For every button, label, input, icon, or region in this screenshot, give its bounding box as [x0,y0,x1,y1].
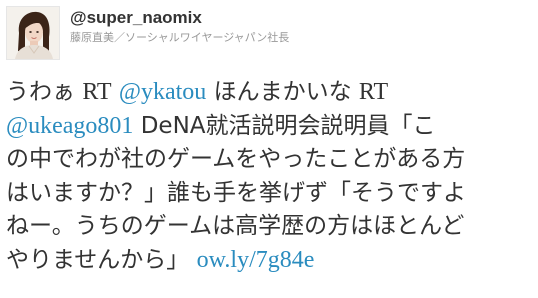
mention-link-ukeago801[interactable]: @ukeago801 [6,113,133,139]
tweet-text-segment: ほんまかいな [206,79,359,105]
retweet-marker: RT [358,79,389,105]
tweet-card: @super_naomix 藤原直美／ソーシャルワイヤージャパン社長 うわぁ R… [0,0,538,298]
tweet-header: @super_naomix 藤原直美／ソーシャルワイヤージャパン社長 [6,6,289,62]
user-subtitle: 藤原直美／ソーシャルワイヤージャパン社長 [70,31,290,44]
tweet-text-line: やりませんから」 [6,246,190,273]
user-meta: @super_naomix 藤原直美／ソーシャルワイヤージャパン社長 [70,6,289,45]
short-url-link[interactable]: ow.ly/7g84e [197,247,315,273]
tweet-text-segment: DeNA就活説明会説明員「こ [133,112,436,139]
user-handle[interactable]: @super_naomix [70,8,289,28]
tweet-body: うわぁ RT @ykatou ほんまかいな RT @ukeago801 DeNA… [6,76,532,277]
tweet-text-line: の中でわが社のゲームをやったことがある方 [6,146,466,172]
tweet-text-segment: うわぁ [6,79,83,105]
retweet-marker: RT [82,79,112,105]
tweet-text-line: はいますか？」誰も手を挙げず「そうですよ [6,179,466,206]
tweet-text-line: ねー。うちのゲームは高学歴の方はほとんど [6,213,465,239]
avatar-photo [7,7,59,59]
mention-link-ykatou[interactable]: @ykatou [119,79,206,105]
avatar[interactable] [6,6,60,60]
